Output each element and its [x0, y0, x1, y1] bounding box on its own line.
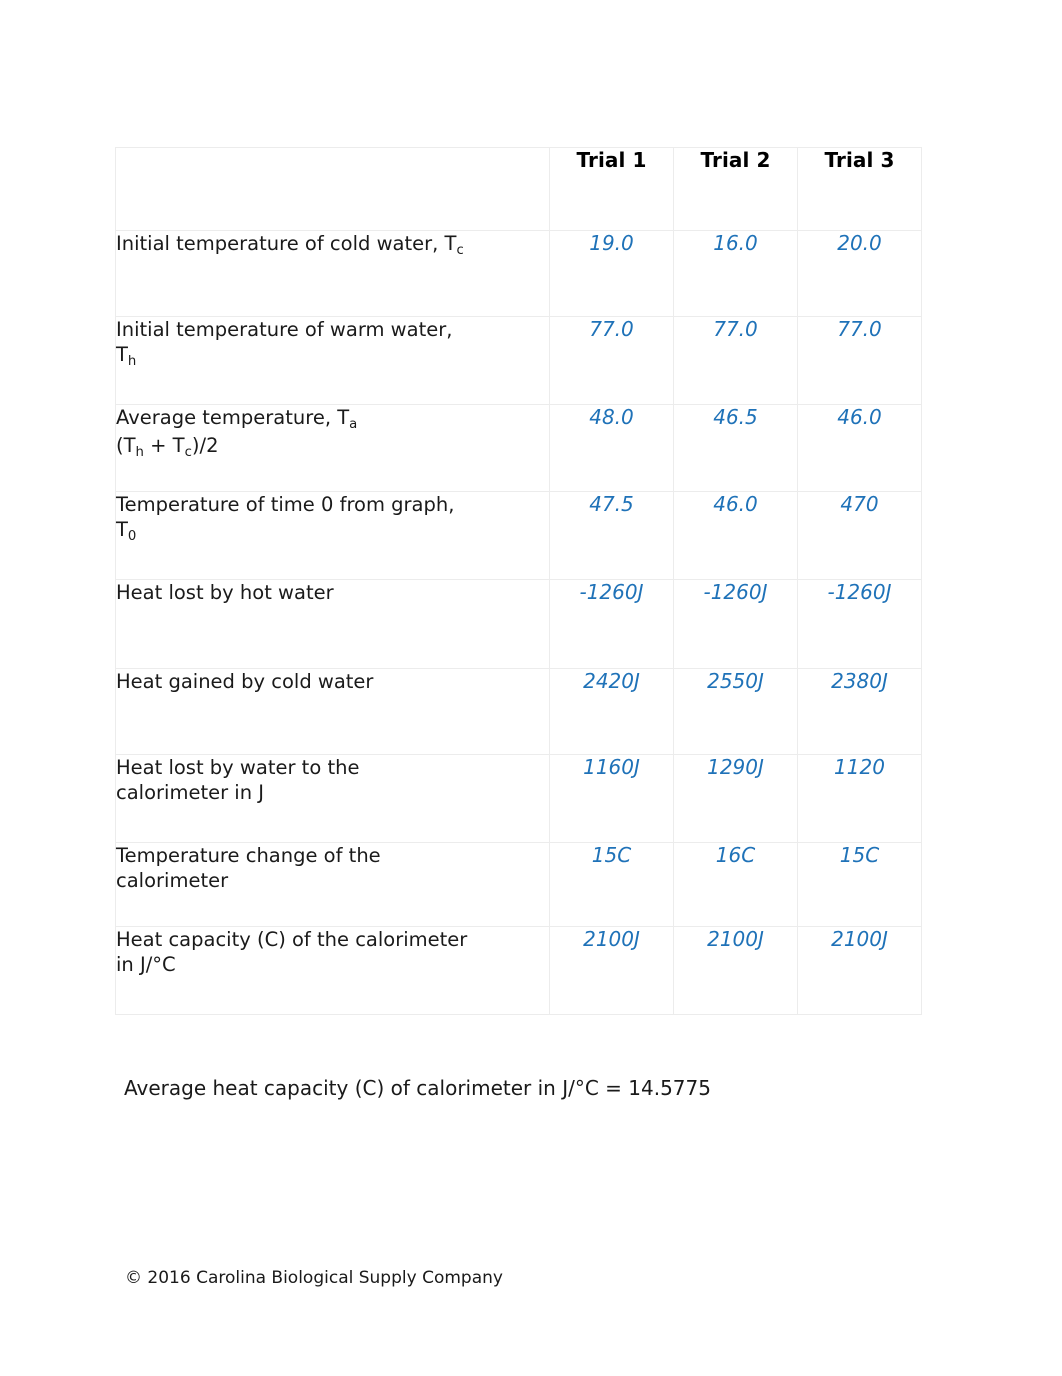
- copyright-footer: © 2016 Carolina Biological Supply Compan…: [125, 1268, 503, 1288]
- cell-trial-3: 20.0: [797, 230, 922, 317]
- cell-trial-2: 16C: [673, 842, 798, 927]
- row-label-text: Temperature of time 0 from graph,: [116, 493, 455, 516]
- row-label-text-2: calorimeter: [116, 869, 229, 892]
- cell-trial-1: -1260J: [549, 579, 674, 669]
- row-label-text: Heat lost by hot water: [116, 581, 334, 604]
- row-label-initial-temp-warm-water: Initial temperature of warm water, Th: [115, 316, 550, 405]
- row-label-text: Temperature change of the: [116, 844, 381, 867]
- cell-trial-1: 1160J: [549, 754, 674, 843]
- cell-trial-1: 47.5: [549, 491, 674, 580]
- row-label-heat-lost-hot-water: Heat lost by hot water: [115, 579, 550, 669]
- row-label-heat-capacity-calorimeter: Heat capacity (C) of the calorimeter in …: [115, 926, 550, 1015]
- table-row: Initial temperature of warm water, Th 77…: [115, 316, 922, 405]
- table-header-row: Trial 1 Trial 2 Trial 3: [115, 147, 922, 231]
- row-label-text: Heat gained by cold water: [116, 670, 374, 693]
- calorimetry-data-table: Trial 1 Trial 2 Trial 3 Initial temperat…: [115, 147, 922, 1015]
- table-row: Temperature change of the calorimeter 15…: [115, 842, 922, 927]
- cell-trial-3: 77.0: [797, 316, 922, 405]
- row-label-formula-open: (T: [116, 434, 136, 457]
- cell-trial-1: 2420J: [549, 668, 674, 755]
- row-label-text-2: calorimeter in J: [116, 781, 265, 804]
- cell-trial-2: -1260J: [673, 579, 798, 669]
- row-label-text: Heat capacity (C) of the calorimeter: [116, 928, 468, 951]
- row-label-temperature-time-zero: Temperature of time 0 from graph, T0: [115, 491, 550, 580]
- cell-trial-3: 2100J: [797, 926, 922, 1015]
- cell-trial-3: 46.0: [797, 404, 922, 492]
- table-row: Heat gained by cold water 2420J 2550J 23…: [115, 668, 922, 755]
- cell-trial-2: 16.0: [673, 230, 798, 317]
- row-label-text: Initial temperature of warm water,: [116, 318, 453, 341]
- row-label-text-2: T: [116, 518, 128, 541]
- average-heat-capacity-line: Average heat capacity (C) of calorimeter…: [124, 1076, 711, 1100]
- table-row: Temperature of time 0 from graph, T0 47.…: [115, 491, 922, 580]
- cell-trial-1: 2100J: [549, 926, 674, 1015]
- header-cell-trial-2: Trial 2: [673, 147, 798, 231]
- row-label-text-2: T: [116, 343, 128, 366]
- cell-trial-3: 1120: [797, 754, 922, 843]
- row-label-text: Initial temperature of cold water, T: [116, 232, 457, 255]
- row-label-subscript: a: [349, 416, 358, 432]
- row-label-text: Heat lost by water to the: [116, 756, 360, 779]
- row-label-subscript: 0: [127, 528, 137, 544]
- row-label-text-2: in J/°C: [116, 953, 176, 976]
- cell-trial-1: 48.0: [549, 404, 674, 492]
- table-row: Average temperature, Ta (Th + Tc)/2 48.0…: [115, 404, 922, 492]
- cell-trial-3: 15C: [797, 842, 922, 927]
- document-page: Trial 1 Trial 2 Trial 3 Initial temperat…: [0, 0, 1062, 1376]
- cell-trial-2: 1290J: [673, 754, 798, 843]
- header-cell-trial-3: Trial 3: [797, 147, 922, 231]
- row-label-heat-gained-cold-water: Heat gained by cold water: [115, 668, 550, 755]
- header-cell-blank: [115, 147, 550, 231]
- cell-trial-1: 77.0: [549, 316, 674, 405]
- row-label-formula-sub-h: h: [135, 444, 144, 460]
- row-label-subscript: h: [127, 353, 137, 369]
- row-label-formula-sub-c: c: [184, 444, 192, 460]
- cell-trial-1: 19.0: [549, 230, 674, 317]
- header-cell-trial-1: Trial 1: [549, 147, 674, 231]
- table-row: Heat lost by water to the calorimeter in…: [115, 754, 922, 843]
- table-row: Heat lost by hot water -1260J -1260J -12…: [115, 579, 922, 669]
- row-label-text: Average temperature, T: [116, 406, 350, 429]
- cell-trial-2: 46.5: [673, 404, 798, 492]
- cell-trial-3: 470: [797, 491, 922, 580]
- cell-trial-2: 77.0: [673, 316, 798, 405]
- cell-trial-3: 2380J: [797, 668, 922, 755]
- row-label-formula-close: )/2: [191, 434, 219, 457]
- row-label-subscript: c: [456, 242, 464, 258]
- row-label-formula-mid: + T: [143, 434, 185, 457]
- table-row: Initial temperature of cold water, Tc 19…: [115, 230, 922, 317]
- cell-trial-2: 2100J: [673, 926, 798, 1015]
- row-label-initial-temp-cold-water: Initial temperature of cold water, Tc: [115, 230, 550, 317]
- table-row: Heat capacity (C) of the calorimeter in …: [115, 926, 922, 1015]
- cell-trial-2: 46.0: [673, 491, 798, 580]
- row-label-average-temperature: Average temperature, Ta (Th + Tc)/2: [115, 404, 550, 492]
- cell-trial-2: 2550J: [673, 668, 798, 755]
- row-label-temperature-change-calorimeter: Temperature change of the calorimeter: [115, 842, 550, 927]
- cell-trial-1: 15C: [549, 842, 674, 927]
- cell-trial-3: -1260J: [797, 579, 922, 669]
- row-label-heat-lost-to-calorimeter: Heat lost by water to the calorimeter in…: [115, 754, 550, 843]
